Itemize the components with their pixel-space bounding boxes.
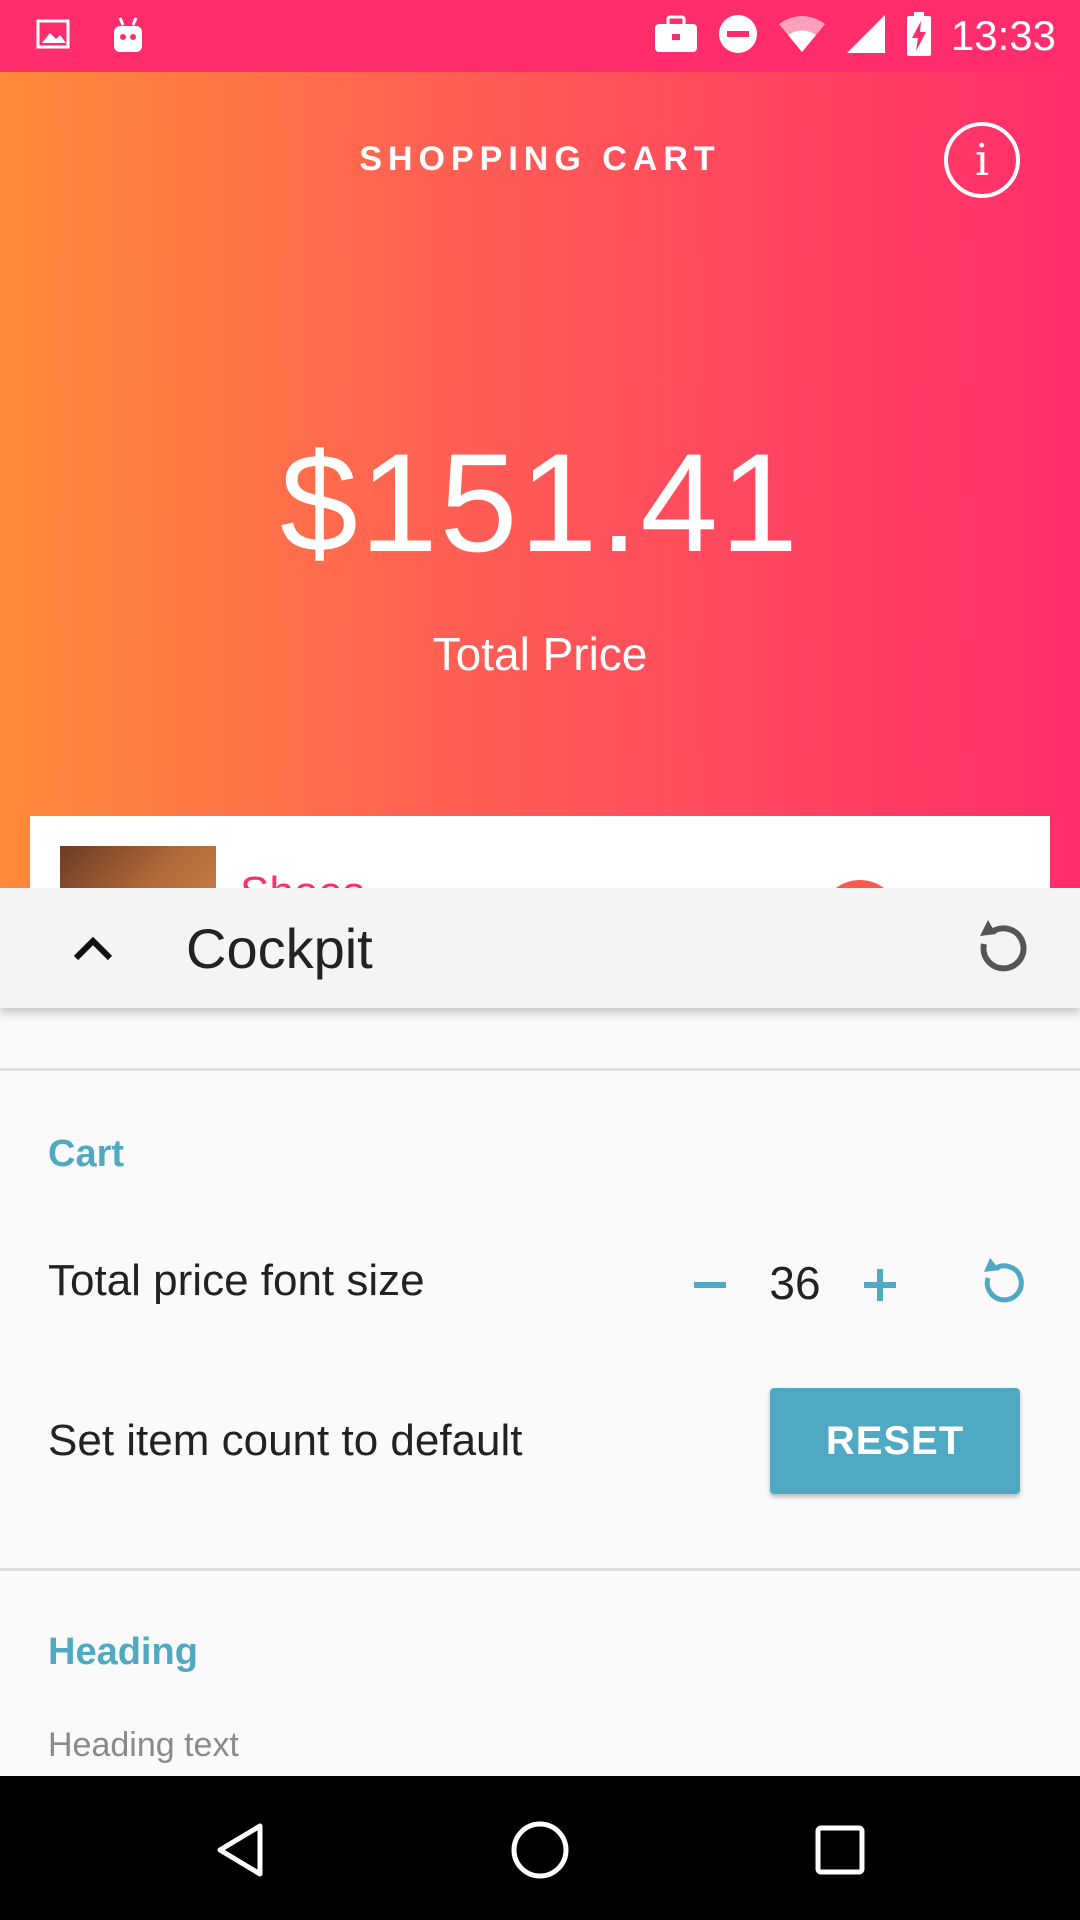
item-count-label: Set item count to default <box>48 1416 523 1465</box>
divider <box>0 1068 1080 1071</box>
chevron-up-icon[interactable] <box>58 918 128 978</box>
cockpit-title: Cockpit <box>186 917 373 980</box>
reset-button[interactable]: RESET <box>770 1388 1020 1494</box>
reset-font-size-icon[interactable] <box>976 1256 1026 1310</box>
status-bar: 13:33 <box>0 0 1080 72</box>
home-icon[interactable] <box>508 1818 572 1882</box>
android-icon <box>110 14 146 59</box>
navigation-bar <box>0 1776 1080 1920</box>
cart-header: SHOPPING CART i $151.41 Total Price <box>0 72 1080 902</box>
briefcase-icon <box>653 14 699 59</box>
heading-text-label: Heading text <box>48 1726 239 1764</box>
total-price: $151.41 <box>279 424 801 581</box>
recents-icon[interactable] <box>808 1818 872 1882</box>
back-icon[interactable] <box>208 1818 272 1882</box>
total-price-label: Total Price <box>432 628 648 680</box>
section-title-heading: Heading <box>48 1631 198 1673</box>
info-button[interactable]: i <box>944 122 1020 198</box>
cockpit-header: Cockpit <box>0 888 1080 1008</box>
info-icon: i <box>974 134 990 186</box>
cockpit-panel: Cockpit Cart Total price font size 36 Se… <box>0 888 1080 1776</box>
wifi-icon <box>777 14 827 59</box>
image-icon <box>36 17 70 56</box>
signal-icon <box>845 13 887 60</box>
font-size-value: 36 <box>769 1257 821 1309</box>
battery-charging-icon <box>905 11 933 62</box>
section-title-cart: Cart <box>48 1133 125 1175</box>
page-title: SHOPPING CART <box>359 140 721 178</box>
divider <box>0 1568 1080 1571</box>
plus-icon[interactable] <box>858 1263 902 1307</box>
font-size-label: Total price font size <box>48 1256 425 1305</box>
clock: 13:33 <box>950 12 1056 59</box>
minus-icon[interactable] <box>688 1263 732 1307</box>
reset-all-icon[interactable] <box>964 914 1034 984</box>
do-not-disturb-icon <box>717 13 759 60</box>
